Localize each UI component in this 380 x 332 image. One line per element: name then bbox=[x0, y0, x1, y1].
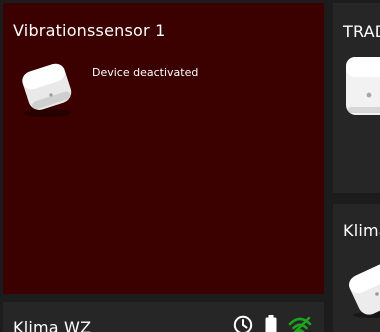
vibration-sensor-card[interactable]: Vibrationssensor 1 Device deactivated bbox=[3, 3, 324, 294]
klima-device-card[interactable]: Klima bbox=[333, 204, 380, 332]
device-status-text: Device deactivated bbox=[92, 66, 199, 79]
device-dashboard: Vibrationssensor 1 Device deactivated TR… bbox=[0, 0, 380, 332]
card-title: Vibrationssensor 1 bbox=[13, 21, 166, 40]
climate-sensor-device-icon bbox=[348, 263, 380, 318]
radiator-thermostat-device-icon bbox=[346, 57, 380, 115]
clock-icon bbox=[233, 315, 253, 332]
battery-icon bbox=[265, 315, 277, 332]
trad-device-card[interactable]: TRAD bbox=[333, 3, 380, 193]
vibration-sensor-device-icon bbox=[22, 63, 72, 117]
card-title: TRAD bbox=[343, 22, 380, 41]
wifi-icon bbox=[288, 316, 312, 332]
card-title: Klima bbox=[343, 221, 380, 240]
klima-wz-device-card[interactable]: Klima WZ bbox=[3, 302, 324, 332]
card-title: Klima WZ bbox=[13, 318, 92, 332]
status-icon-group bbox=[233, 315, 323, 332]
